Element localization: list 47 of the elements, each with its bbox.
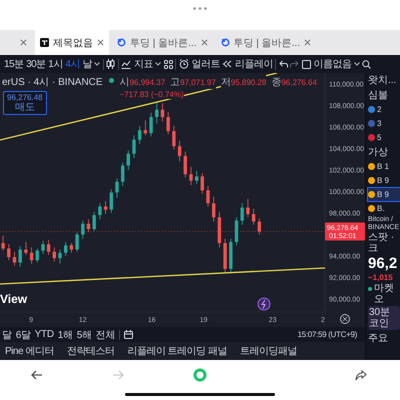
panel-tab[interactable]: 리플레이 트레이딩 패널: [127, 344, 227, 358]
ohlc-value: 종96,276.64: [271, 75, 317, 89]
price-text: 96,2: [368, 255, 398, 272]
sell-button[interactable]: 96,276.48 매도: [3, 91, 47, 115]
range-button[interactable]: 5해: [76, 328, 92, 342]
interval-button[interactable]: 1시: [48, 57, 63, 71]
layout-name-button[interactable]: 이름없음: [313, 57, 352, 71]
price-change: −717.83 (−0.74%): [120, 90, 184, 99]
section-title: 주요: [368, 332, 389, 345]
browser-tab[interactable]: 투딩 | 올바른...: [112, 30, 212, 55]
ticker-text: B.: [377, 204, 385, 213]
logo-text: View: [0, 292, 28, 306]
clock-text: 15:07:59 (UTC+9): [298, 330, 357, 339]
interval-button[interactable]: 4시: [65, 57, 80, 71]
watchlist-title[interactable]: 왓치...: [368, 73, 400, 87]
browser-tab[interactable]: 투딩 | 올바른...: [216, 30, 316, 55]
browser-tab[interactable]: 제목없음: [35, 30, 109, 55]
watchlist-item[interactable]: 5: [377, 133, 382, 142]
interval-button[interactable]: 15분: [4, 57, 24, 71]
ohlc-value: 고97,071.97: [170, 75, 216, 89]
ohlc-value: 시 96,994.37: [120, 75, 166, 89]
symbol-title: erUS · 4시 · BINANCE: [2, 76, 103, 89]
range-button[interactable]: YTD: [34, 329, 54, 340]
watchlist-row[interactable]: B 9: [368, 188, 400, 201]
change-text: −1,015: [368, 273, 394, 282]
panel-tab[interactable]: Pine 에디터: [5, 344, 54, 358]
panel-tab[interactable]: 전략테스터: [66, 344, 114, 358]
alert-button[interactable]: 얼러트: [191, 57, 220, 71]
replay-button[interactable]: 리플레이: [234, 57, 273, 71]
range-button[interactable]: 1해: [58, 328, 73, 342]
indicators-button[interactable]: 지표: [134, 57, 153, 71]
panel-tab[interactable]: 트레이딩패널: [240, 344, 297, 358]
column-header: 심볼: [368, 89, 389, 102]
ohlc-value: 저95,890.28: [220, 75, 266, 89]
watchlist-item[interactable]: 2: [377, 105, 382, 114]
watchlist-item[interactable]: 3: [377, 119, 382, 128]
market-type: 스팟 · 크: [368, 232, 396, 254]
range-button[interactable]: 전체: [96, 328, 116, 342]
interval-button[interactable]: 날: [82, 57, 92, 71]
watchlist-row[interactable]: B 1: [368, 160, 400, 173]
market-status: 마켓 오: [374, 283, 395, 305]
interval-button[interactable]: 30분: [26, 57, 46, 71]
range-button[interactable]: 6달: [16, 328, 31, 342]
group-header[interactable]: 가상: [368, 145, 400, 159]
watchlist-row[interactable]: B 9: [368, 174, 400, 187]
range-button[interactable]: 달: [2, 328, 12, 342]
promo-banner[interactable]: 30분 코인: [368, 306, 400, 330]
